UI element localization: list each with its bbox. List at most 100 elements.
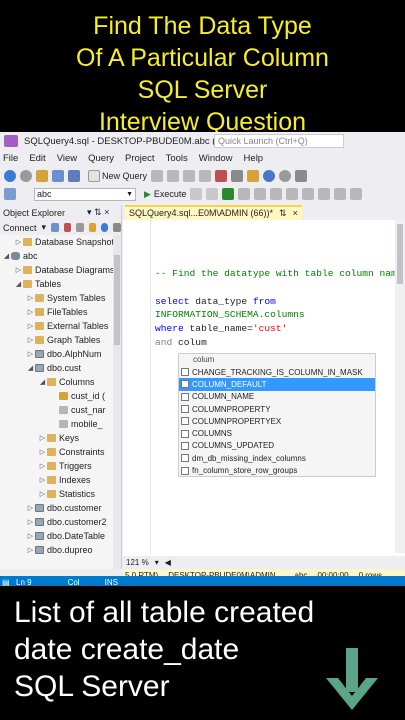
tree-node[interactable]: ▷ dbo.dupreo bbox=[0, 543, 121, 557]
back-icon[interactable] bbox=[4, 169, 16, 182]
expand-icon[interactable]: ▷ bbox=[26, 504, 35, 512]
intellisense-item[interactable]: COLUMNPROPERTYEX bbox=[179, 415, 375, 427]
expand-icon[interactable]: ▷ bbox=[26, 532, 35, 540]
tree-node[interactable]: ▷ Constraints bbox=[0, 445, 121, 459]
tree-node[interactable]: ◢ dbo.cust bbox=[0, 361, 121, 375]
undo-icon[interactable] bbox=[263, 169, 276, 182]
open-icon[interactable] bbox=[36, 169, 48, 182]
collapse-icon[interactable]: ◢ bbox=[14, 280, 23, 288]
menu-window[interactable]: Window bbox=[199, 153, 233, 164]
menu-query[interactable]: Query bbox=[88, 153, 114, 164]
tree-node[interactable]: ◢ Tables bbox=[0, 277, 121, 291]
activity-monitor-icon[interactable] bbox=[113, 223, 121, 232]
menu-edit[interactable]: Edit bbox=[29, 153, 45, 164]
stop-icon[interactable] bbox=[76, 223, 84, 232]
copy-icon[interactable] bbox=[231, 169, 244, 182]
debug-icon[interactable] bbox=[190, 188, 203, 200]
expand-icon[interactable]: ▷ bbox=[26, 308, 35, 316]
expand-icon[interactable]: ▷ bbox=[26, 350, 35, 358]
indent-icon[interactable] bbox=[350, 188, 363, 200]
menu-project[interactable]: Project bbox=[125, 153, 155, 164]
expand-icon[interactable]: ▷ bbox=[26, 518, 35, 526]
connect-button[interactable]: Connect bbox=[3, 223, 37, 233]
intellisense-item[interactable]: fn_column_store_row_groups bbox=[179, 464, 375, 476]
intellisense-item[interactable]: COLUMN_DEFAULT bbox=[179, 378, 375, 391]
solution-explorer-icon[interactable] bbox=[295, 169, 308, 182]
results-grid-icon[interactable] bbox=[286, 188, 299, 200]
tree-node[interactable]: ▷ Database Snapshots bbox=[0, 235, 121, 249]
expand-icon[interactable]: ▷ bbox=[38, 476, 47, 484]
scrollbar-thumb[interactable] bbox=[114, 255, 120, 345]
intellisense-dropdown[interactable]: colum CHANGE_TRACKING_IS_COLUMN_IN_MASK C… bbox=[178, 353, 376, 477]
tree-node[interactable]: cust_id ( bbox=[0, 389, 121, 403]
quick-launch-input[interactable]: Quick Launch (Ctrl+Q) bbox=[214, 134, 344, 148]
tree-node[interactable]: ▷ Statistics bbox=[0, 487, 121, 501]
close-tab-icon[interactable]: × bbox=[293, 207, 298, 220]
new-query-button[interactable]: New Query bbox=[88, 169, 147, 182]
tree-node[interactable]: ▷ Indexes bbox=[0, 473, 121, 487]
intellisense-item[interactable]: COLUMNS bbox=[179, 427, 375, 439]
results-text-icon[interactable] bbox=[302, 188, 315, 200]
pin-icon[interactable]: ▾ ⇅ × bbox=[87, 207, 109, 218]
paste-icon[interactable] bbox=[247, 169, 260, 182]
tree-node[interactable]: ▷ External Tables bbox=[0, 319, 121, 333]
menu-tools[interactable]: Tools bbox=[166, 153, 188, 164]
refresh-icon[interactable] bbox=[101, 223, 109, 232]
database-engine-query-icon[interactable] bbox=[151, 169, 164, 182]
tree-node[interactable]: ▷ dbo.customer bbox=[0, 501, 121, 515]
tree-node[interactable]: ▷ FileTables bbox=[0, 305, 121, 319]
zoom-level[interactable]: 121 % bbox=[126, 558, 149, 567]
display-plan-icon[interactable] bbox=[238, 188, 251, 200]
tree-node[interactable]: ▷ System Tables bbox=[0, 291, 121, 305]
uncomment-icon[interactable] bbox=[334, 188, 347, 200]
tree-node[interactable]: ▷ Database Diagrams bbox=[0, 263, 121, 277]
expand-icon[interactable]: ▷ bbox=[26, 546, 35, 554]
expand-icon[interactable]: ▷ bbox=[38, 462, 47, 470]
expand-icon[interactable]: ▷ bbox=[38, 434, 47, 442]
save-icon[interactable] bbox=[52, 169, 64, 182]
connect-dropdown-icon[interactable]: ▾ bbox=[42, 222, 47, 233]
cancel-query-icon[interactable] bbox=[206, 188, 219, 200]
parse-icon[interactable] bbox=[222, 188, 235, 200]
object-explorer-scrollbar[interactable] bbox=[113, 235, 121, 569]
tree-node[interactable]: ▷ Keys bbox=[0, 431, 121, 445]
connect-server-icon[interactable] bbox=[51, 223, 59, 232]
redo-icon[interactable] bbox=[279, 169, 292, 182]
cut-icon[interactable] bbox=[215, 169, 228, 182]
tree-node[interactable]: ▷ Graph Tables bbox=[0, 333, 121, 347]
menu-view[interactable]: View bbox=[57, 153, 77, 164]
dmx-query-icon[interactable] bbox=[183, 169, 196, 182]
tree-node[interactable]: ▷ Triggers bbox=[0, 459, 121, 473]
expand-icon[interactable]: ▷ bbox=[38, 448, 47, 456]
expand-icon[interactable]: ▷ bbox=[26, 294, 35, 302]
intellisense-item[interactable]: COLUMNS_UPDATED bbox=[179, 440, 375, 452]
expand-icon[interactable]: ▷ bbox=[38, 490, 47, 498]
tree-node[interactable]: mobile_ bbox=[0, 417, 121, 431]
connect-icon[interactable] bbox=[4, 188, 16, 200]
xmla-query-icon[interactable] bbox=[199, 169, 212, 182]
horizontal-scroll-left-icon[interactable]: ◀ bbox=[165, 558, 171, 567]
pin-tab-icon[interactable]: ⇅ bbox=[279, 207, 287, 220]
intellisense-item[interactable]: COLUMNPROPERTY bbox=[179, 403, 375, 415]
save-all-icon[interactable] bbox=[68, 169, 80, 182]
execute-button[interactable]: ▶ Execute bbox=[144, 189, 186, 200]
zoom-dropdown-icon[interactable]: ▾ bbox=[155, 558, 159, 567]
tree-node[interactable]: ▷ dbo.AlphNum bbox=[0, 347, 121, 361]
mdx-query-icon[interactable] bbox=[167, 169, 180, 182]
tree-node[interactable]: ◢ Columns bbox=[0, 375, 121, 389]
menu-help[interactable]: Help bbox=[244, 153, 264, 164]
comment-icon[interactable] bbox=[318, 188, 331, 200]
code-area[interactable]: -- Find the datatype with table column n… bbox=[123, 220, 405, 553]
editor-scrollbar-thumb[interactable] bbox=[397, 224, 403, 284]
expand-icon[interactable]: ▷ bbox=[14, 266, 23, 274]
collapse-icon[interactable]: ◢ bbox=[38, 378, 47, 386]
tab-sqlquery4[interactable]: SQLQuery4.sql...E0M\ADMIN (66))* ⇅ × bbox=[125, 205, 302, 220]
intellisense-item[interactable]: dm_db_missing_index_columns bbox=[179, 452, 375, 464]
expand-icon[interactable]: ▷ bbox=[26, 336, 35, 344]
tree-node[interactable]: ◢ abc bbox=[0, 249, 121, 263]
forward-icon[interactable] bbox=[20, 169, 32, 182]
available-databases-select[interactable]: abc ▼ bbox=[34, 187, 136, 201]
filter-icon[interactable] bbox=[88, 223, 96, 232]
tree-node[interactable]: ▷ dbo.DateTable bbox=[0, 529, 121, 543]
collapse-icon[interactable]: ◢ bbox=[26, 364, 35, 372]
